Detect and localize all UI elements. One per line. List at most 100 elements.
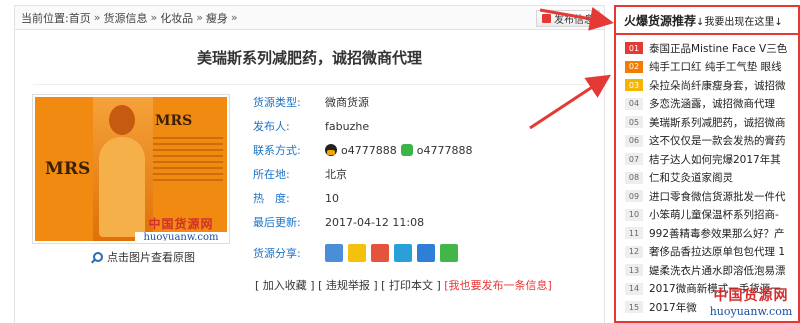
hot-item-title: 小笨萌儿童保温杯系列招商- xyxy=(649,209,779,222)
breadcrumb-separator: » xyxy=(230,11,238,24)
qzone-icon[interactable] xyxy=(348,244,366,262)
rank-badge: 09 xyxy=(625,190,643,203)
breadcrumb-cosmetics[interactable]: 化妆品 xyxy=(160,10,193,26)
breadcrumb-home[interactable]: 首页 xyxy=(69,10,91,26)
info-key: 所在地: xyxy=(253,168,290,181)
post-new-link[interactable]: [我也要发布一条信息] xyxy=(444,279,552,292)
info-value: 10 xyxy=(325,191,339,205)
hot-list-item[interactable]: 04 多恋洗涵露，诚招微商代理 xyxy=(616,95,798,114)
breadcrumb-separator: » xyxy=(196,11,203,24)
rank-badge: 08 xyxy=(625,171,643,184)
hot-list-item[interactable]: 12 奢侈品香拉达原单包包代理 1 xyxy=(616,243,798,262)
hot-list-item[interactable]: 11 992善精毒参效果那么好？产 xyxy=(616,224,798,243)
breadcrumb-separator: » xyxy=(93,11,101,24)
wechat-icon[interactable] xyxy=(400,144,413,156)
print-link[interactable]: [ 打印本文 ] xyxy=(381,279,441,292)
info-value: 2017-04-12 11:08 xyxy=(325,215,425,229)
hot-recommend-list: 01 泰国正品Mistine Face V三色 02 纯手工口红 纯手工气垫 眼线 03… xyxy=(616,35,798,317)
rank-badge: 05 xyxy=(625,116,643,129)
site-watermark: 中国货源网 huoyuanw.com xyxy=(704,289,798,318)
rank-badge: 14 xyxy=(625,282,643,295)
info-row: 最后更新: 2017-04-12 11:08 xyxy=(253,210,472,234)
view-original-link[interactable]: 点击图片查看原图 xyxy=(93,249,195,265)
breadcrumb-separator: » xyxy=(150,11,158,24)
hot-item-title: 2017年微 xyxy=(649,301,697,314)
rank-badge: 04 xyxy=(625,97,643,110)
site-watermark-cn: 中国货源网 xyxy=(713,288,789,304)
hot-item-title: 媞柔洗衣片通水即溶低泡易漂 xyxy=(649,264,786,277)
hot-list-item[interactable]: 09 进口零食微信货源批发一件代 xyxy=(616,187,798,206)
weibo-icon[interactable] xyxy=(371,244,389,262)
share-label: 货源分享: xyxy=(253,247,301,260)
hot-list-item[interactable]: 07 桔子达人如何完爆2017年其 xyxy=(616,150,798,169)
qq-icon[interactable] xyxy=(325,144,337,156)
hot-item-title: 朵拉朵尚纤康瘦身套，诚招微 xyxy=(649,79,786,92)
page: 当前位置: 首页 » 货源信息 » 化妆品 » 瘦身 » 发布信息 美瑞斯系列减… xyxy=(0,0,800,323)
image-watermark: 中国货源网 huoyuanw.com xyxy=(135,215,227,241)
share-row: 货源分享: xyxy=(253,234,472,272)
brand-logo: MRS xyxy=(45,159,91,179)
info-value: 微商货源 xyxy=(325,96,369,109)
info-row: 联系方式: o4777888 o4777888 xyxy=(253,138,472,162)
watermark-cn: 中国货源网 xyxy=(148,217,214,231)
hot-list-item[interactable]: 08 仁和艾灸道家阁灵 xyxy=(616,169,798,188)
info-key: 货源类型: xyxy=(253,96,301,109)
product-image[interactable]: MRS MRS 中国货源网 huoyuanw.com xyxy=(32,94,230,244)
site-watermark-en: huoyuanw.com xyxy=(705,305,797,318)
hot-item-title: 进口零食微信货源批发一件代 xyxy=(649,190,786,203)
hot-list-item[interactable]: 02 纯手工口红 纯手工气垫 眼线 xyxy=(616,58,798,77)
qq-number: o4777888 xyxy=(341,143,397,157)
breadcrumb-goods-info[interactable]: 货源信息 xyxy=(103,10,147,26)
breadcrumb-slimming[interactable]: 瘦身 xyxy=(206,10,228,26)
rank-badge: 10 xyxy=(625,208,643,221)
hot-list-item[interactable]: 01 泰国正品Mistine Face V三色 xyxy=(616,39,798,58)
rank-badge: 13 xyxy=(625,264,643,277)
breadcrumb: 当前位置: 首页 » 货源信息 » 化妆品 » 瘦身 » xyxy=(15,6,604,30)
hot-item-title: 这不仅仅是一款会发热的膏药 xyxy=(649,135,786,148)
rank-badge: 15 xyxy=(625,301,643,314)
hot-list-item[interactable]: 06 这不仅仅是一款会发热的膏药 xyxy=(616,132,798,151)
watermark-en: huoyuanw.com xyxy=(135,232,227,241)
wechat-icon[interactable] xyxy=(440,244,458,262)
hot-recommend-subtitle[interactable]: ↓我要出现在这里↓ xyxy=(696,13,783,28)
detail-panel: 当前位置: 首页 » 货源信息 » 化妆品 » 瘦身 » 发布信息 美瑞斯系列减… xyxy=(14,5,605,323)
rank-badge: 12 xyxy=(625,245,643,258)
share-icons xyxy=(325,244,458,262)
post-info-button[interactable]: 发布信息 xyxy=(536,10,600,27)
plus-share-icon[interactable] xyxy=(325,244,343,262)
rank-badge: 06 xyxy=(625,134,643,147)
hot-item-title: 多恋洗涵露，诚招微商代理 xyxy=(649,98,775,111)
hot-recommend-header: 火爆货源推荐 ↓我要出现在这里↓ xyxy=(616,7,798,35)
rank-badge: 01 xyxy=(625,42,643,55)
view-original-label: 点击图片查看原图 xyxy=(107,251,195,264)
product-text-lines xyxy=(153,137,223,185)
info-key: 联系方式: xyxy=(253,144,301,157)
breadcrumb-prefix: 当前位置: xyxy=(21,11,69,25)
magnifier-icon xyxy=(93,252,103,262)
hot-recommend-panel: 火爆货源推荐 ↓我要出现在这里↓ 01 泰国正品Mistine Face V三色 0… xyxy=(614,5,800,323)
info-table: 货源类型: 微商货源 发布人: fabuzhe 联系方式: o4777888 o… xyxy=(253,90,472,272)
report-link[interactable]: [ 违规举报 ] xyxy=(318,279,378,292)
page-title: 美瑞斯系列减肥药，诚招微商代理 xyxy=(33,30,586,85)
hot-item-title: 桔子达人如何完爆2017年其 xyxy=(649,153,781,166)
hot-list-item[interactable]: 10 小笨萌儿童保温杯系列招商- xyxy=(616,206,798,225)
info-value: fabuzhe xyxy=(325,119,370,133)
hot-item-title: 美瑞斯系列减肥药，诚招微商 xyxy=(649,116,786,129)
action-links: [ 加入收藏 ] [ 违规举报 ] [ 打印本文 ] [我也要发布一条信息] xyxy=(255,277,552,293)
add-favorite-link[interactable]: [ 加入收藏 ] xyxy=(255,279,315,292)
hot-item-title: 泰国正品Mistine Face V三色 xyxy=(649,42,788,55)
renren-icon[interactable] xyxy=(417,244,435,262)
post-info-label: 发布信息 xyxy=(554,15,594,26)
info-key: 热 度: xyxy=(253,192,290,205)
rank-badge: 02 xyxy=(625,60,643,73)
hot-list-item[interactable]: 03 朵拉朵尚纤康瘦身套，诚招微 xyxy=(616,76,798,95)
hot-item-title: 992善精毒参效果那么好？产 xyxy=(649,227,785,240)
hot-list-item[interactable]: 13 媞柔洗衣片通水即溶低泡易漂 xyxy=(616,261,798,280)
info-row: 所在地: 北京 xyxy=(253,162,472,186)
info-row: 货源类型: 微商货源 xyxy=(253,90,472,114)
hot-list-item[interactable]: 05 美瑞斯系列减肥药，诚招微商 xyxy=(616,113,798,132)
info-row: 热 度: 10 xyxy=(253,186,472,210)
rank-badge: 11 xyxy=(625,227,643,240)
tencent-weibo-icon[interactable] xyxy=(394,244,412,262)
info-row: 发布人: fabuzhe xyxy=(253,114,472,138)
